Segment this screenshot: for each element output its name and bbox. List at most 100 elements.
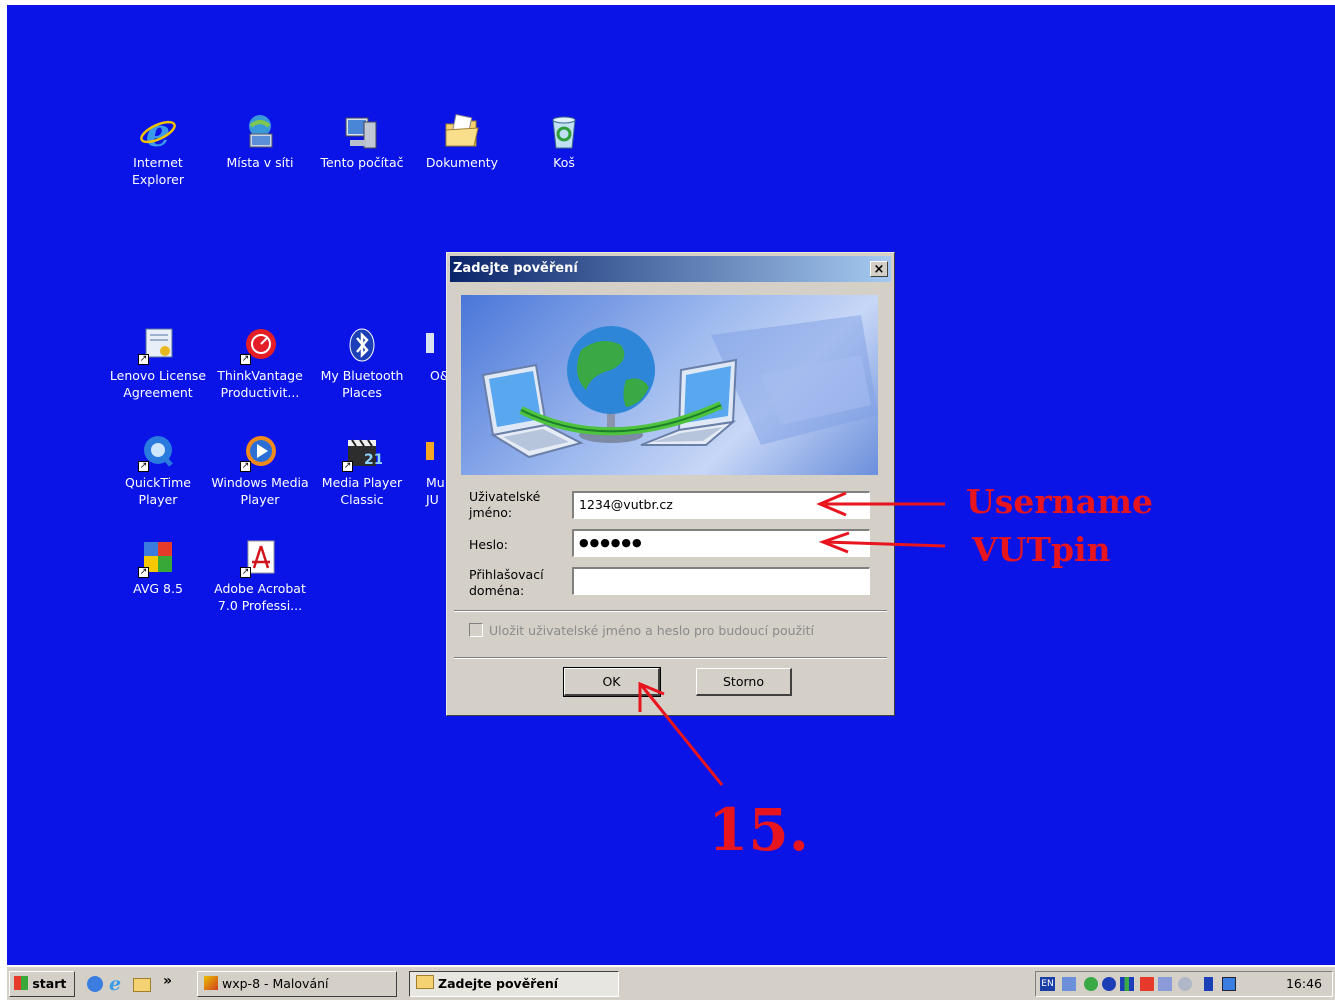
desktop-icon-documents[interactable]: Dokumenty [412,112,512,171]
cancel-button[interactable]: Storno [696,668,792,696]
dialog-title: Zadejte pověření [453,261,578,276]
windows-media-player-icon: ↗ [240,432,280,472]
media-player-classic-icon: 21 ↗ [342,432,383,472]
folder-quicklaunch-icon[interactable] [133,978,151,992]
shortcut-arrow-icon: ↗ [138,354,149,365]
quicktime-icon: ↗ [138,432,178,472]
system-tray: EN 16:46 [1035,971,1333,997]
desktop-icon-label: O& [430,368,450,383]
documents-folder-icon [442,112,482,152]
shortcut-arrow-icon: ↗ [240,354,251,365]
quicklaunch-more-button[interactable]: » [163,973,172,989]
clock[interactable]: 16:46 [1286,976,1322,991]
recycle-bin-icon [544,112,584,152]
username-label: Uživatelské jméno: [469,489,541,520]
desktop-icon-label: Adobe Acrobat 7.0 Professi... [214,581,306,613]
desktop-icon-internet-explorer[interactable]: e Internet Explorer [108,110,208,188]
desktop-icon-label: Media Player Classic [321,475,403,507]
shortcut-arrow-icon: ↗ [240,567,251,578]
desktop-icon-label: ThinkVantage Productivit... [217,368,303,400]
taskbar-item-label: wxp-8 - Malování [222,976,329,991]
bluetooth-icon [342,325,382,365]
license-certificate-icon: ↗ [138,325,178,365]
desktop-icon-label: Dokumenty [425,155,499,170]
signal-tray-icon[interactable] [1120,977,1134,991]
bluetooth-tray-icon[interactable] [1102,977,1116,991]
desktop-icon-label: AVG 8.5 [133,581,183,596]
adobe-acrobat-icon: ↗ [240,538,280,578]
desktop-icon-windows-media-player[interactable]: ↗ Windows Media Player [210,432,310,508]
desktop-icon-quicktime[interactable]: ↗ QuickTime Player [108,432,208,508]
desktop-icon-label: QuickTime Player [125,475,191,507]
internet-explorer-icon: e [138,110,178,155]
battery-tray-icon[interactable] [1204,977,1213,991]
network-banner-image [461,295,878,475]
desktop-icon-my-bluetooth[interactable]: My Bluetooth Places [312,325,412,401]
avg-antivirus-icon: ↗ [138,538,178,578]
shortcut-arrow-icon: ↗ [342,461,353,472]
thinkvantage-icon: ↗ [240,325,280,365]
desktop-icon-label: Lenovo License Agreement [109,368,207,400]
separator [454,610,887,612]
password-field[interactable]: ●●●●●● [572,529,870,557]
network-tray-icon[interactable] [1062,977,1076,991]
desktop-icon-partial[interactable]: O& [402,325,452,384]
annotation-step-number: 15. [708,796,809,864]
annotation-vutpin: VUTpin [972,530,1111,569]
connected-laptops-globe-icon [481,315,878,459]
desktop-icon-recycle-bin[interactable]: Koš [514,112,614,171]
svg-text:e: e [146,112,170,152]
desktop-icon-label: Internet Explorer [131,155,185,187]
desktop-icon-label: Tento počítač [320,155,404,170]
connection-tray-icon[interactable] [1084,977,1098,991]
network-places-icon [240,112,280,152]
ok-button[interactable]: OK [563,667,661,697]
desktop-icon-label: Místa v síti [226,155,294,170]
desktop-icon-adobe-acrobat[interactable]: ↗ Adobe Acrobat 7.0 Professi... [210,538,310,614]
dialog-titlebar[interactable]: Zadejte pověření × [450,256,891,282]
desktop-icon-media-player-classic[interactable]: 21 ↗ Media Player Classic [312,432,412,508]
desktop-icon-avg[interactable]: ↗ AVG 8.5 [108,538,208,597]
desktop-icon-partial[interactable]: Mu JU [402,432,452,508]
desktop-icon-lenovo-license[interactable]: ↗ Lenovo License Agreement [108,325,208,401]
internet-explorer-quicklaunch-icon[interactable]: e [109,973,121,995]
desktop-icon-label: Windows Media Player [211,475,309,507]
taskbar-item-paint[interactable]: wxp-8 - Malování [197,971,397,997]
desktop-icon-network-places[interactable]: Místa v síti [210,112,310,171]
separator [454,657,887,659]
desktop-icon-label: My Bluetooth Places [320,368,404,400]
network-status-tray-icon[interactable] [1140,977,1154,991]
display-tray-icon[interactable] [1222,977,1236,991]
shortcut-arrow-icon: ↗ [138,567,149,578]
taskbar-item-label: Zadejte pověření [438,976,559,991]
close-button[interactable]: × [870,261,888,277]
annotation-username: Username [966,482,1154,521]
paint-app-icon [204,976,218,990]
shortcut-arrow-icon: ↗ [138,461,149,472]
start-button[interactable]: start [9,971,75,997]
windows-logo-icon [14,976,28,990]
checkbox-box[interactable] [469,623,483,637]
username-field[interactable]: 1234@vutbr.cz [572,491,870,519]
language-indicator[interactable]: EN [1040,977,1055,991]
credentials-dialog: Zadejte pověření × Uživatelské jméno: 12… [446,252,895,716]
network-disconnected-tray-icon[interactable] [1158,977,1172,991]
domain-field[interactable] [572,567,870,595]
show-desktop-icon[interactable] [87,976,103,992]
folder-app-icon [416,975,434,989]
desktop-icon-label: Mu JU [426,475,445,507]
my-computer-icon [342,112,382,152]
domain-label: Přihlašovací doména: [469,567,544,598]
taskbar-item-credentials[interactable]: Zadejte pověření [409,971,619,997]
desktop-icon-my-computer[interactable]: Tento počítač [312,112,412,171]
desktop-icon-label: Koš [553,155,575,170]
password-label: Heslo: [469,537,508,552]
security-tray-icon[interactable] [1178,977,1192,991]
taskbar: start e » wxp-8 - Malování Zadejte pověř… [7,966,1335,1000]
remember-label: Uložit uživatelské jméno a heslo pro bud… [489,623,814,638]
desktop-icon-thinkvantage[interactable]: ↗ ThinkVantage Productivit... [210,325,310,401]
start-label: start [32,976,67,991]
remember-credentials-checkbox[interactable]: Uložit uživatelské jméno a heslo pro bud… [469,623,814,638]
shortcut-arrow-icon: ↗ [240,461,251,472]
svg-text:21: 21 [364,452,382,468]
